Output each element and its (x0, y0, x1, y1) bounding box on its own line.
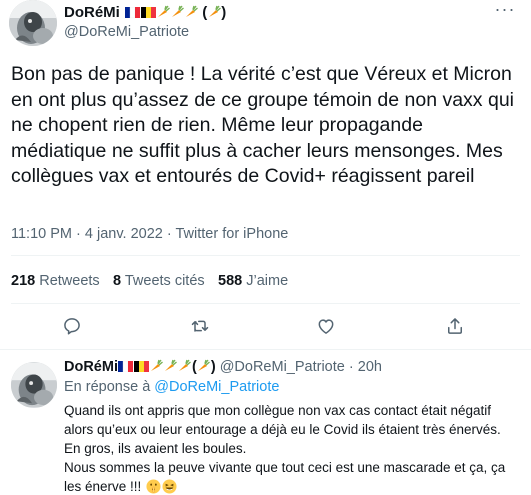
tweet-actions (0, 314, 531, 340)
carrot-icon (165, 359, 178, 371)
author-name[interactable]: DoRéMi () (64, 4, 226, 21)
share-icon (448, 318, 462, 334)
shushing-face-icon (146, 479, 161, 494)
tweet-source[interactable]: Twitter for iPhone (176, 226, 289, 242)
like-icon (318, 319, 334, 334)
tweet-text: Bon pas de panique ! La vérité c’est que… (11, 63, 515, 187)
carrot-icon (171, 5, 184, 17)
carrot-icon (208, 5, 221, 17)
meta-separator: · (166, 226, 172, 242)
divider (11, 303, 520, 304)
reply-text-paragraph-2: Nous sommes la peuve vivante que tout ce… (64, 458, 512, 495)
avatar-image (11, 362, 57, 408)
likes-stat[interactable]: 588 J’aime (218, 273, 288, 289)
author-name-text: DoRéMi (64, 4, 120, 21)
carrot-icon (157, 5, 170, 17)
quotes-count: 8 (113, 273, 122, 289)
reply-text: Quand ils ont appris que mon collègue no… (64, 401, 512, 495)
reply-header: DoRéMi () @DoReMi_Patriote · 20h (64, 359, 382, 375)
reply-time[interactable]: 20h (358, 359, 382, 375)
carrot-icon (179, 359, 192, 371)
name-paren-close: ) (210, 359, 216, 375)
divider (11, 255, 520, 256)
tweet-date[interactable]: 4 janv. 2022 (85, 226, 163, 242)
reply-text-paragraph: Quand ils ont appris que mon collègue no… (64, 403, 501, 456)
retweets-count: 218 (11, 273, 36, 289)
avatar[interactable] (11, 362, 57, 408)
author-handle[interactable]: @DoReMi_Patriote (64, 24, 189, 40)
laughing-face-icon (162, 479, 177, 494)
reply-icon (64, 318, 80, 335)
more-options-button[interactable]: ··· (493, 0, 517, 22)
meta-separator: · (76, 226, 81, 242)
retweets-label: Retweets (39, 273, 100, 289)
tweet-meta: 11:10 PM · 4 janv. 2022 · Twitter for iP… (11, 226, 288, 242)
flag-france-icon (118, 361, 134, 372)
name-paren-close: ) (221, 4, 227, 21)
replying-to: En réponse à @DoReMi_Patriote (64, 379, 279, 395)
retweet-button[interactable] (188, 314, 212, 338)
name-paren-open: ( (191, 359, 197, 375)
tweet-time[interactable]: 11:10 PM (11, 226, 72, 242)
reply-author-name[interactable]: DoRéMi () (64, 359, 216, 375)
like-button[interactable] (314, 314, 338, 338)
likes-count: 588 (218, 273, 243, 289)
name-paren-open: ( (202, 4, 208, 21)
quotes-stat[interactable]: 8 Tweets cités (113, 273, 205, 289)
reply-author-name-text: DoRéMi (64, 359, 118, 375)
divider (0, 349, 531, 350)
carrot-icon (198, 359, 211, 371)
carrot-icon (185, 5, 198, 17)
carrot-icon (151, 359, 164, 371)
quotes-label: Tweets cités (124, 273, 205, 289)
flag-belgium-icon (140, 7, 156, 18)
flag-belgium-icon (134, 361, 150, 372)
share-button[interactable] (443, 314, 467, 338)
reply-text-line: Nous sommes la peuve vivante que tout ce… (64, 460, 506, 494)
avatar[interactable] (9, 0, 57, 46)
reply-button[interactable] (60, 314, 84, 338)
retweets-stat[interactable]: 218 Retweets (11, 273, 100, 289)
replying-to-mention[interactable]: @DoReMi_Patriote (154, 379, 279, 395)
flag-france-icon (124, 7, 140, 18)
meta-separator: · (348, 359, 354, 375)
replying-to-label: En réponse à (64, 379, 155, 395)
reply-author-handle[interactable]: @DoReMi_Patriote (220, 359, 345, 375)
avatar-image (9, 0, 57, 46)
likes-label: J’aime (246, 273, 289, 289)
retweet-icon (191, 320, 209, 332)
